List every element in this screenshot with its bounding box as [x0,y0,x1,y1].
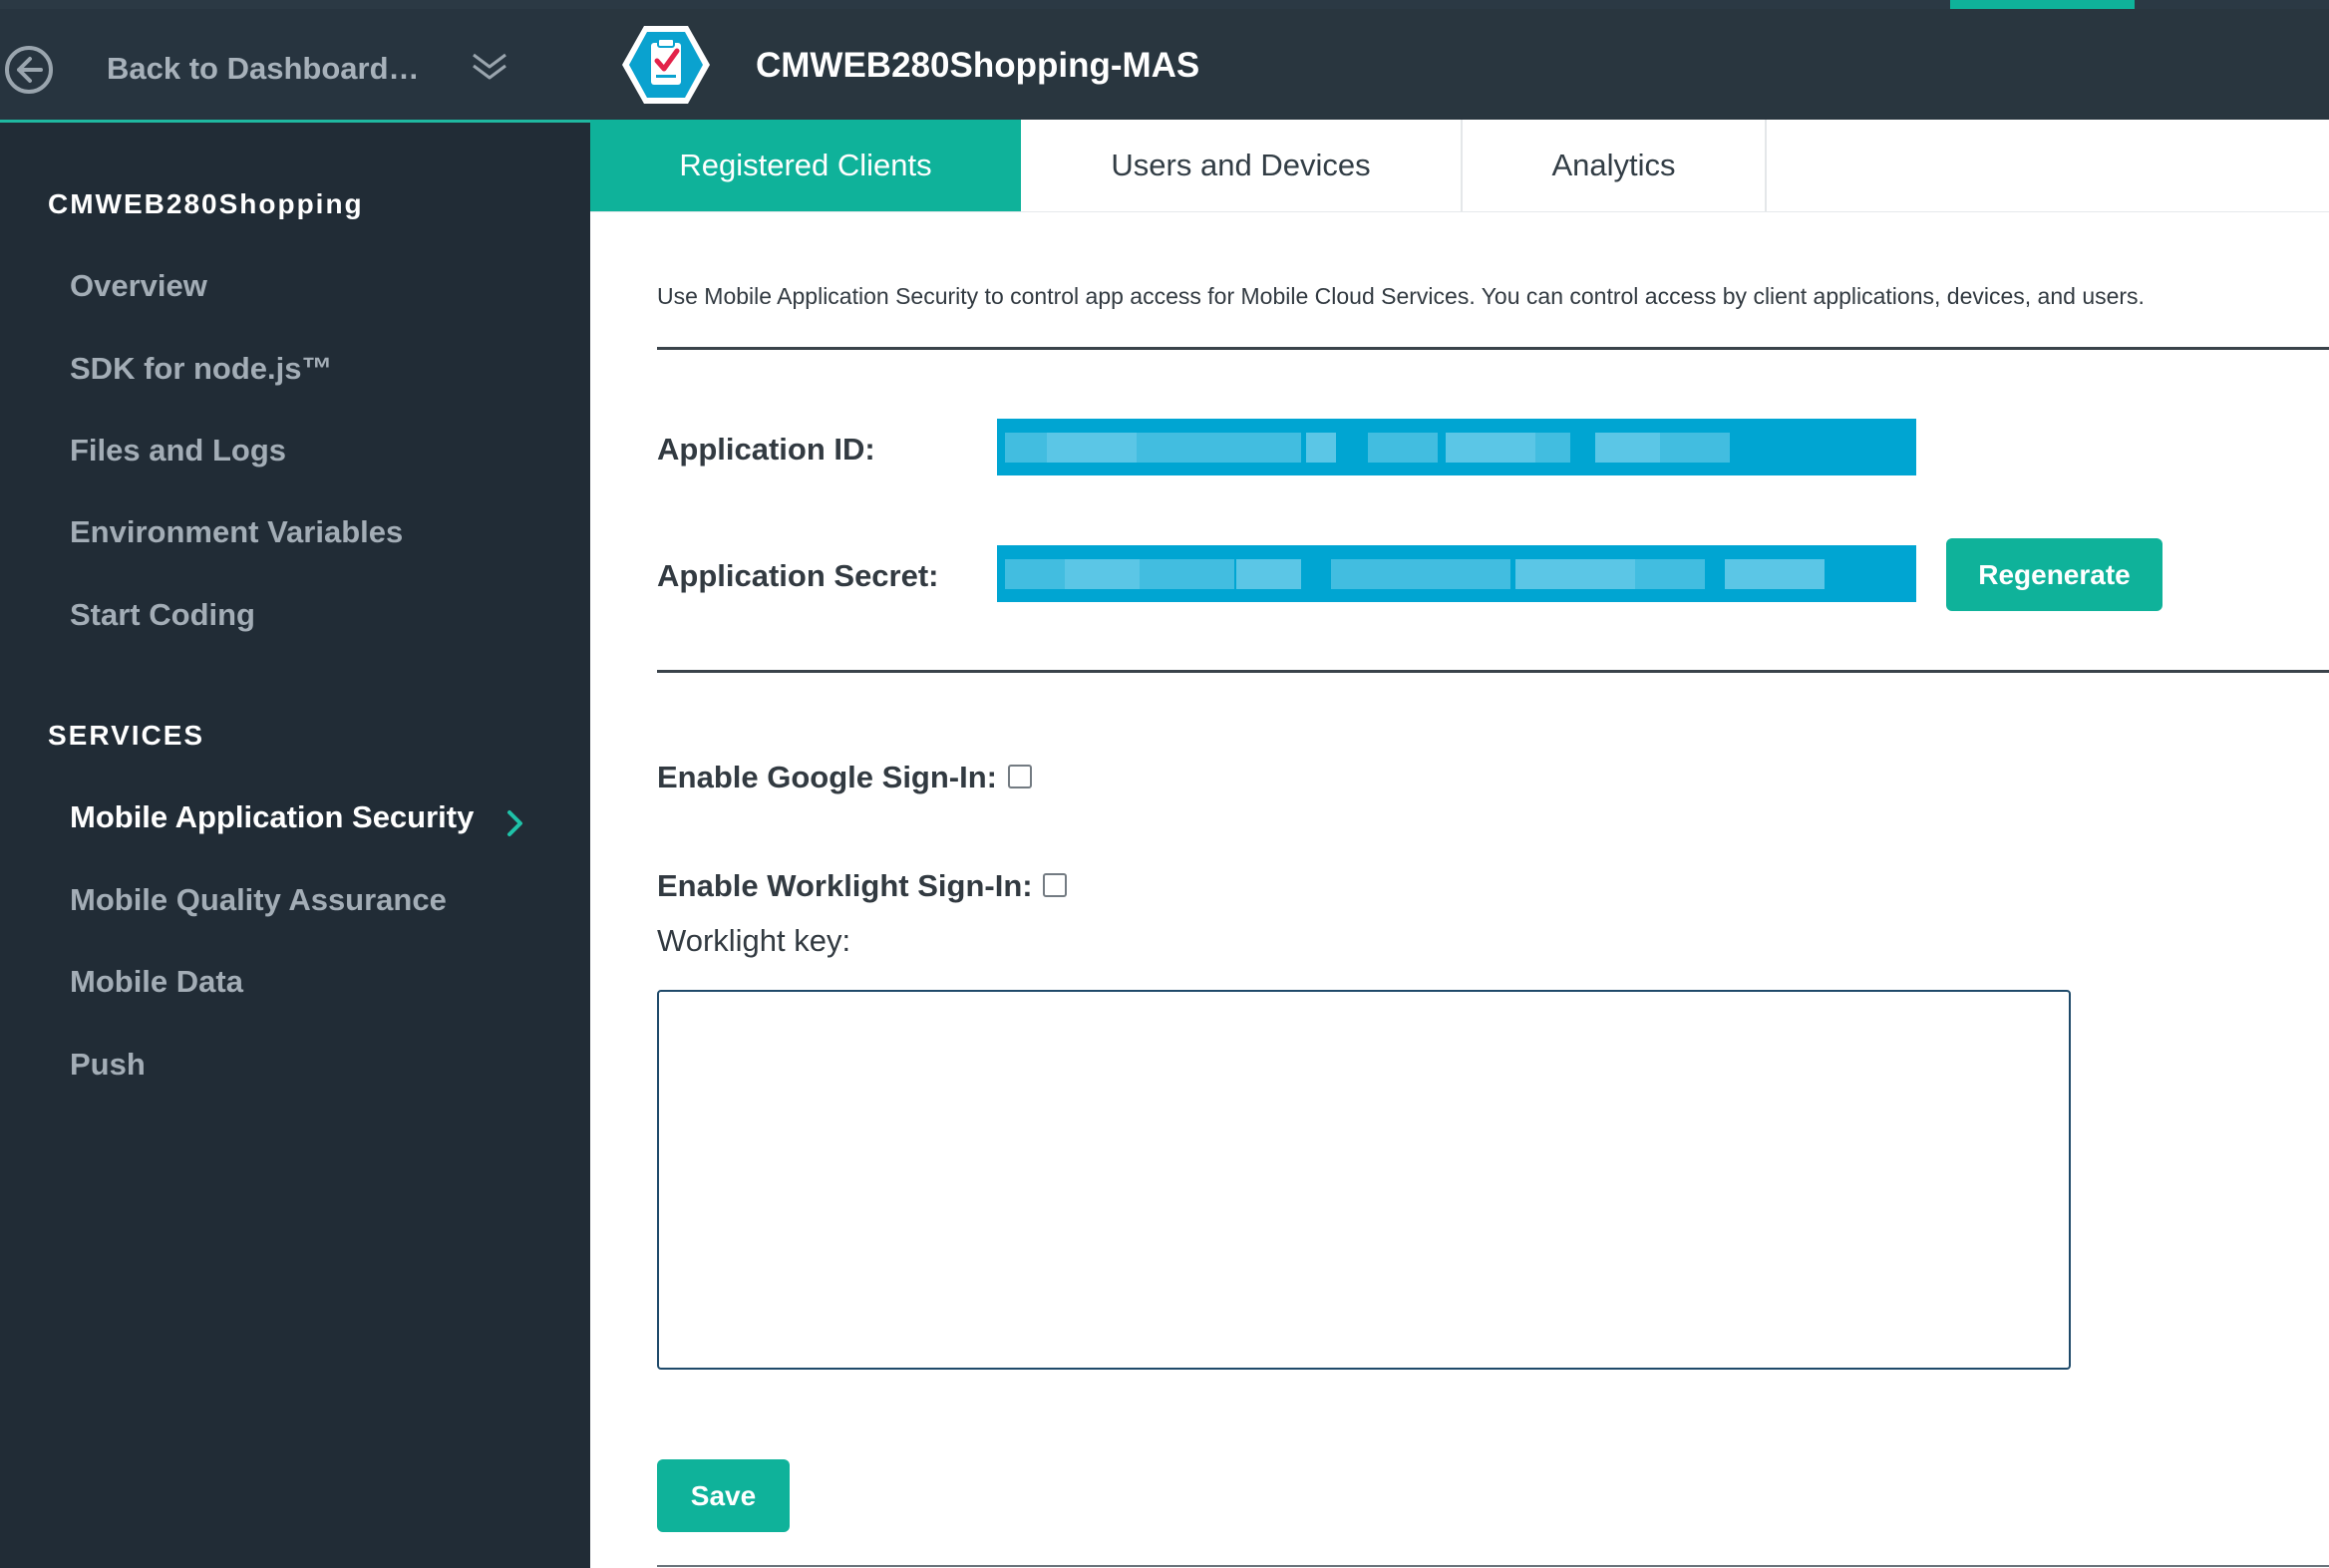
sidebar-item-mobile-quality-assurance[interactable]: Mobile Quality Assurance [70,882,447,918]
tab-registered-clients[interactable]: Registered Clients [590,120,1021,211]
security-checklist-hexagon-icon [620,23,712,112]
sidebar-item-push[interactable]: Push [70,1047,146,1083]
worklight-signin-checkbox[interactable] [1043,873,1067,897]
worklight-signin-label: Enable Worklight Sign-In: [657,868,1033,903]
double-chevron-down-icon[interactable] [471,52,508,87]
regenerate-button[interactable]: Regenerate [1946,538,2163,611]
sidebar-item-files-and-logs[interactable]: Files and Logs [70,433,286,469]
application-id-label: Application ID: [657,432,875,467]
divider [657,347,2329,350]
divider [657,1565,2329,1567]
sidebar-item-start-coding[interactable]: Start Coding [70,597,255,633]
application-secret-field[interactable] [997,545,1916,602]
divider [657,670,2329,673]
tab-bar: Registered Clients Users and Devices Ana… [590,120,2329,212]
top-accent-bar [1950,0,2135,9]
save-button[interactable]: Save [657,1459,790,1532]
sidebar-item-mobile-data[interactable]: Mobile Data [70,964,243,1000]
application-secret-label: Application Secret: [657,558,939,593]
app-header: CMWEB280Shopping-MAS [590,9,2329,120]
worklight-key-label: Worklight key: [657,923,851,958]
sidebar-item-sdk-nodejs[interactable]: SDK for node.js™ [70,351,333,387]
google-signin-checkbox[interactable] [1008,765,1032,788]
app-section-title: CMWEB280Shopping [48,188,364,219]
worklight-key-textarea[interactable] [657,990,2071,1370]
sidebar-item-mobile-application-security[interactable]: Mobile Application Security [70,799,474,835]
tab-analytics[interactable]: Analytics [1463,120,1767,211]
sidebar: Back to Dashboard… CMWEB280Shopping Over… [0,9,590,1568]
sidebar-item-overview[interactable]: Overview [70,268,207,304]
google-signin-label: Enable Google Sign-In: [657,760,997,794]
browser-top-strip [0,0,2329,9]
tab-users-and-devices[interactable]: Users and Devices [1021,120,1463,211]
sidebar-item-environment-variables[interactable]: Environment Variables [70,514,403,550]
app-title: CMWEB280Shopping-MAS [756,46,1200,85]
arrow-left-circle-icon[interactable] [5,46,53,94]
intro-text: Use Mobile Application Security to contr… [657,283,2145,309]
application-id-field[interactable] [997,419,1916,475]
services-section-title: SERVICES [48,720,205,751]
back-to-dashboard-link[interactable]: Back to Dashboard… [0,9,590,123]
back-to-dashboard-label: Back to Dashboard… [107,51,420,86]
chevron-right-icon [506,809,524,842]
